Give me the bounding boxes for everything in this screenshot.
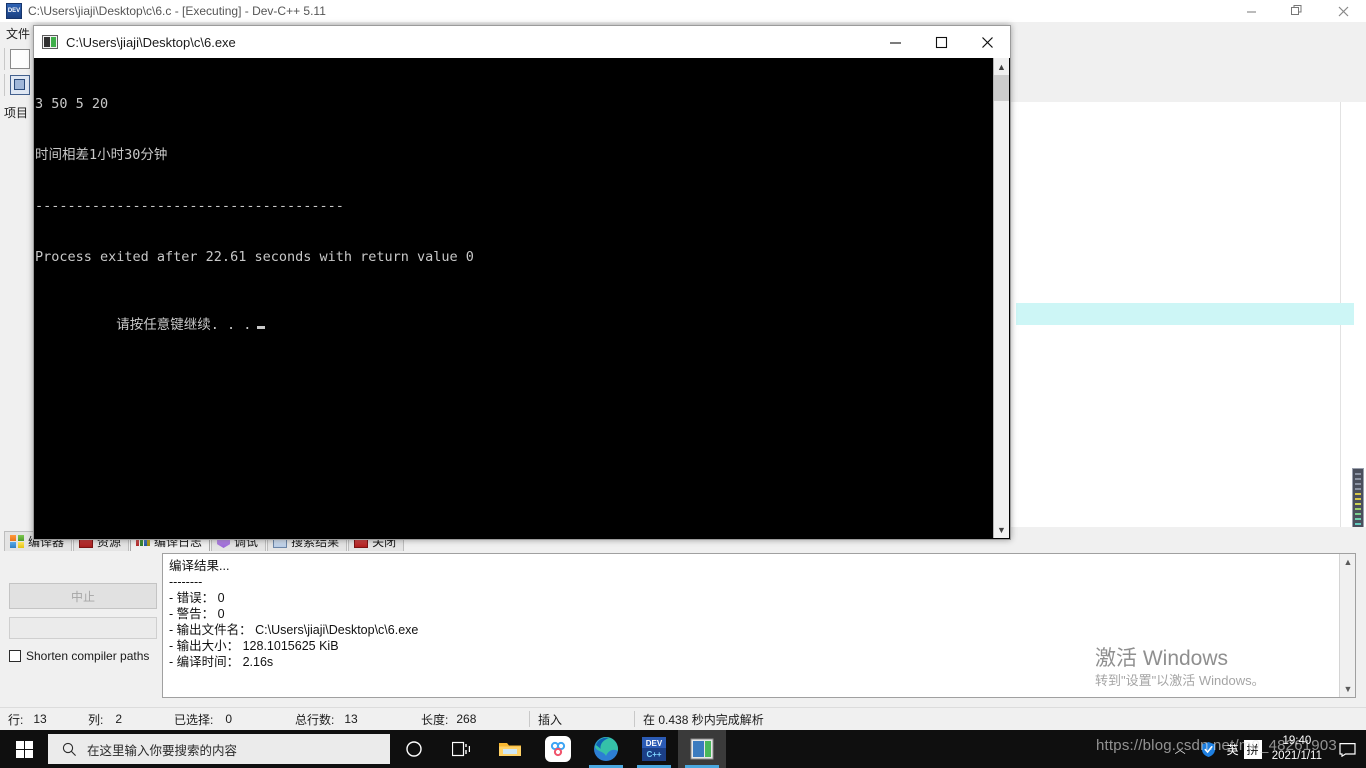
dev-cpp-icon[interactable]: DEV C++ <box>630 730 678 768</box>
scroll-up-icon[interactable]: ▲ <box>1340 554 1356 570</box>
system-tray: ︿ 英 拼 19:40 2021/1/11 <box>1165 730 1366 768</box>
console-title-text: C:\Users\jiaji\Desktop\c\6.exe <box>66 34 236 50</box>
dev-cpp-window-controls <box>1228 0 1366 22</box>
file-explorer-icon[interactable] <box>486 730 534 768</box>
compile-log-text: 编译结果... -------- - 错误： 0 - 警告： 0 - 输出文件名… <box>169 559 419 669</box>
console-body[interactable]: 3 50 5 20 时间相差1小时30分钟 ------------------… <box>35 58 1009 538</box>
restore-icon[interactable] <box>1274 0 1320 22</box>
taskbar-search-input[interactable]: 在这里输入你要搜索的内容 <box>48 734 390 764</box>
toolbar-new-button[interactable] <box>10 49 30 69</box>
cloud-sync-app-icon[interactable] <box>534 730 582 768</box>
status-length-label: 长度: <box>421 712 449 727</box>
console-window[interactable]: C:\Users\jiaji\Desktop\c\6.exe 3 50 5 20… <box>33 25 1011 540</box>
ime-mode-indicator[interactable]: 拼 <box>1243 739 1262 759</box>
console-window-icon[interactable] <box>678 730 726 768</box>
menu-item-file[interactable]: 文件 <box>4 25 32 42</box>
console-window-controls <box>872 26 1010 58</box>
status-row-value: 13 <box>33 712 47 726</box>
close-icon[interactable] <box>964 26 1010 58</box>
status-col-value: 2 <box>115 712 123 726</box>
status-total-value: 13 <box>344 712 358 726</box>
status-row-label: 行: <box>8 712 24 727</box>
devcpp-app-icon: DEV <box>6 3 22 19</box>
console-line: 3 50 5 20 <box>35 96 109 112</box>
status-selected-value: 0 <box>225 712 233 726</box>
status-total-lines: 总行数: 13 <box>287 708 413 730</box>
compile-progress-field <box>9 617 157 639</box>
compiler-left-tools: 中止 Shorten compiler paths <box>6 555 158 675</box>
console-line: Process exited after 22.61 seconds with … <box>35 249 474 265</box>
status-selected: 已选择: 0 <box>166 708 287 730</box>
status-bar: 行: 13 列: 2 已选择: 0 总行数: 13 长度: 268 插入 在 0… <box>0 707 1366 730</box>
clock-date: 2021/1/11 <box>1271 750 1322 762</box>
console-vertical-scrollbar[interactable]: ▲ ▼ <box>993 58 1009 538</box>
compile-log-box[interactable]: 编译结果... -------- - 错误： 0 - 警告： 0 - 输出文件名… <box>162 553 1356 698</box>
status-length-value: 268 <box>456 712 477 726</box>
status-col: 列: 2 <box>80 708 166 730</box>
compiler-output-panel: 编译器 资源 编译日志 调试 搜索结果 关闭 中止 Shorten compil… <box>0 527 1366 707</box>
search-icon <box>62 742 76 756</box>
close-icon[interactable] <box>1320 0 1366 22</box>
windows-start-icon[interactable] <box>0 730 48 768</box>
maximize-icon[interactable] <box>918 26 964 58</box>
microsoft-edge-icon[interactable] <box>582 730 630 768</box>
console-line-with-cursor: 请按任意键继续. . . <box>35 300 474 351</box>
security-shield-icon[interactable] <box>1196 730 1222 768</box>
status-selected-label: 已选择: <box>174 712 214 727</box>
windows-taskbar: 在这里输入你要搜索的内容 DEV C++ ︿ 英 拼 19:40 2021/1/… <box>0 730 1366 768</box>
svg-text:DEV: DEV <box>646 739 663 748</box>
editor-current-line-highlight <box>1016 303 1354 325</box>
minimize-icon[interactable] <box>1228 0 1274 22</box>
status-parse-info: 在 0.438 秒内完成解析 <box>643 712 764 727</box>
status-row: 行: 13 <box>0 708 80 730</box>
cortana-icon[interactable] <box>390 730 438 768</box>
console-cursor <box>257 326 266 329</box>
dev-cpp-title: C:\Users\jiaji\Desktop\c\6.c - [Executin… <box>28 4 326 18</box>
scroll-up-icon[interactable]: ▲ <box>994 58 1010 75</box>
console-scroll-thumb[interactable] <box>994 75 1009 101</box>
scroll-down-icon[interactable]: ▼ <box>994 521 1010 538</box>
toolbar-separator <box>4 48 5 70</box>
scroll-down-icon[interactable]: ▼ <box>1340 681 1356 697</box>
shorten-compiler-paths-label: Shorten compiler paths <box>26 649 150 663</box>
status-insert-mode: 插入 <box>538 712 563 727</box>
action-center-icon[interactable] <box>1332 730 1362 768</box>
status-col-label: 列: <box>88 712 104 727</box>
ime-language-indicator[interactable]: 英 <box>1222 741 1244 758</box>
svg-text:C++: C++ <box>646 750 661 759</box>
dev-cpp-titlebar: DEV C:\Users\jiaji\Desktop\c\6.c - [Exec… <box>0 0 1366 22</box>
show-hidden-icons-chevron[interactable]: ︿ <box>1165 741 1196 757</box>
minimize-icon[interactable] <box>872 26 918 58</box>
screen: DEV C:\Users\jiaji\Desktop\c\6.c - [Exec… <box>0 0 1366 768</box>
compile-log-vertical-scrollbar[interactable]: ▲ ▼ <box>1339 554 1355 697</box>
shorten-compiler-paths-row[interactable]: Shorten compiler paths <box>9 649 149 663</box>
console-titlebar: C:\Users\jiaji\Desktop\c\6.exe <box>34 26 1010 58</box>
editor-minimap[interactable] <box>1352 468 1364 534</box>
abort-button[interactable]: 中止 <box>9 583 157 609</box>
project-panel-label: 项目 <box>4 106 29 120</box>
console-output: 3 50 5 20 时间相差1小时30分钟 ------------------… <box>35 62 474 385</box>
console-line: 时间相差1小时30分钟 <box>35 147 168 163</box>
clock-time: 19:40 <box>1282 735 1312 747</box>
console-line: 请按任意键继续. . . <box>116 317 252 333</box>
toolbar-open-button[interactable] <box>10 75 30 95</box>
taskbar-clock[interactable]: 19:40 2021/1/11 <box>1262 734 1332 764</box>
console-line: -------------------------------------- <box>35 198 344 214</box>
console-app-icon <box>42 35 58 49</box>
toolbar-separator <box>4 74 5 96</box>
task-view-icon[interactable] <box>438 730 486 768</box>
status-length: 长度: 268 <box>413 708 529 730</box>
compiler-icon <box>10 535 24 548</box>
taskbar-search-placeholder: 在这里输入你要搜索的内容 <box>87 743 238 758</box>
shorten-compiler-paths-checkbox[interactable] <box>9 650 21 662</box>
status-total-label: 总行数: <box>295 712 335 727</box>
